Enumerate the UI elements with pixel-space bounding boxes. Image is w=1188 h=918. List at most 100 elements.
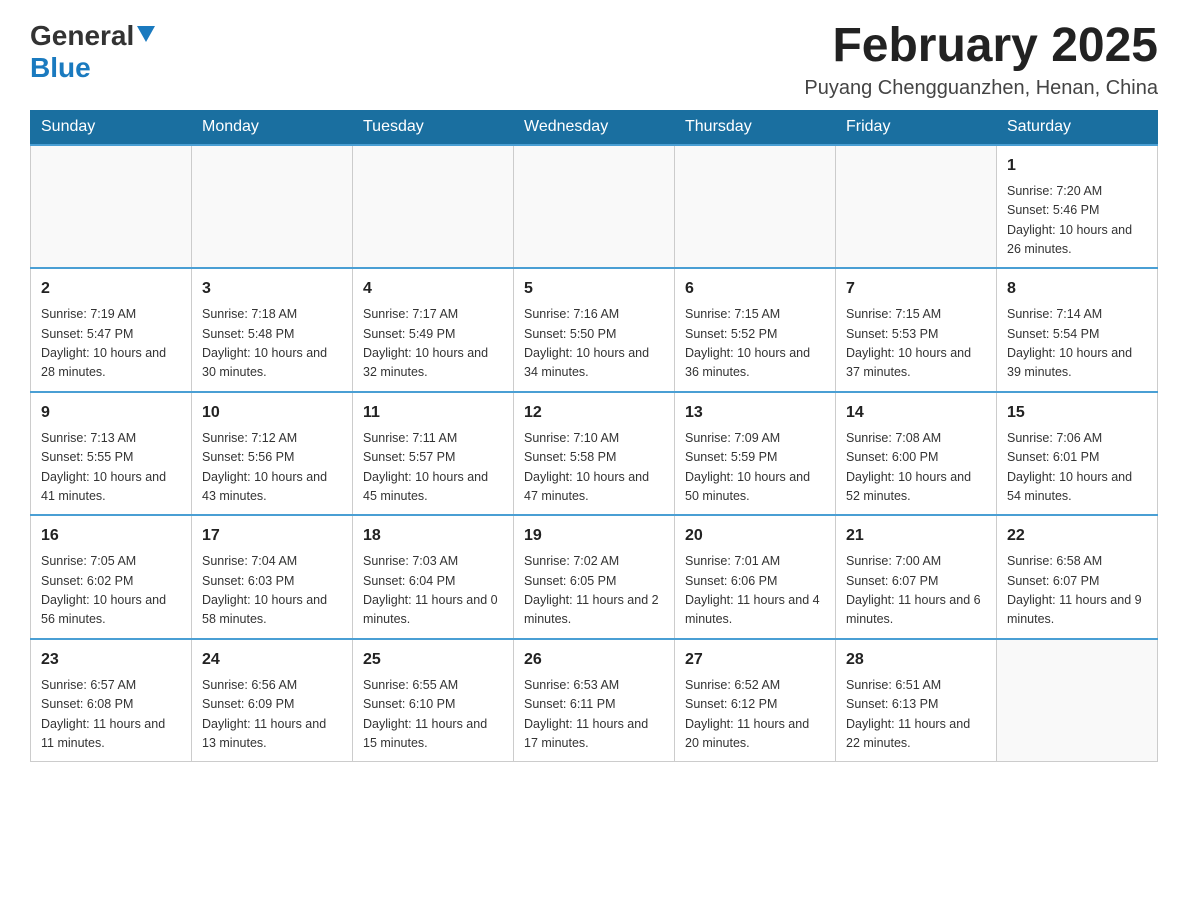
day-number: 20 [685, 524, 825, 548]
calendar-cell: 2 Sunrise: 7:19 AM Sunset: 5:47 PM Daylig… [31, 268, 192, 392]
header-friday: Friday [836, 110, 997, 145]
day-info: Sunrise: 6:55 AM Sunset: 6:10 PM Dayligh… [363, 676, 503, 754]
day-number: 23 [41, 648, 181, 672]
calendar-cell: 7 Sunrise: 7:15 AM Sunset: 5:53 PM Daylig… [836, 268, 997, 392]
calendar-cell [192, 145, 353, 269]
day-info: Sunrise: 7:18 AM Sunset: 5:48 PM Dayligh… [202, 305, 342, 383]
calendar-cell: 9Sunrise: 7:13 AM Sunset: 5:55 PM Daylig… [31, 392, 192, 516]
day-info: Sunrise: 7:05 AM Sunset: 6:02 PM Dayligh… [41, 552, 181, 630]
calendar-cell: 4 Sunrise: 7:17 AM Sunset: 5:49 PM Daylig… [353, 268, 514, 392]
header-thursday: Thursday [675, 110, 836, 145]
calendar-cell: 19 Sunrise: 7:02 AM Sunset: 6:05 PM Dayli… [514, 515, 675, 639]
calendar-cell: 27Sunrise: 6:52 AM Sunset: 6:12 PM Dayli… [675, 639, 836, 762]
day-number: 12 [524, 401, 664, 425]
day-number: 16 [41, 524, 181, 548]
day-number: 8 [1007, 277, 1147, 301]
day-number: 21 [846, 524, 986, 548]
calendar-cell [836, 145, 997, 269]
calendar-cell: 28 Sunrise: 6:51 AM Sunset: 6:13 PM Dayli… [836, 639, 997, 762]
day-number: 6 [685, 277, 825, 301]
day-info: Sunrise: 7:00 AM Sunset: 6:07 PM Dayligh… [846, 552, 986, 630]
day-info: Sunrise: 6:58 AM Sunset: 6:07 PM Dayligh… [1007, 552, 1147, 630]
calendar-cell: 14Sunrise: 7:08 AM Sunset: 6:00 PM Dayli… [836, 392, 997, 516]
calendar-cell: 15 Sunrise: 7:06 AM Sunset: 6:01 PM Dayli… [997, 392, 1158, 516]
logo-arrow-icon [137, 26, 155, 47]
subtitle: Puyang Chengguanzhen, Henan, China [804, 77, 1158, 100]
calendar-cell: 13 Sunrise: 7:09 AM Sunset: 5:59 PM Dayli… [675, 392, 836, 516]
calendar-cell: 11Sunrise: 7:11 AM Sunset: 5:57 PM Dayli… [353, 392, 514, 516]
calendar-cell: 12 Sunrise: 7:10 AM Sunset: 5:58 PM Dayli… [514, 392, 675, 516]
day-info: Sunrise: 7:15 AM Sunset: 5:52 PM Dayligh… [685, 305, 825, 383]
page-header: General Blue February 2025 Puyang Chengg… [30, 20, 1158, 100]
day-number: 5 [524, 277, 664, 301]
calendar-cell [514, 145, 675, 269]
day-number: 26 [524, 648, 664, 672]
calendar-cell [31, 145, 192, 269]
day-info: Sunrise: 7:02 AM Sunset: 6:05 PM Dayligh… [524, 552, 664, 630]
calendar-week-row: 23 Sunrise: 6:57 AM Sunset: 6:08 PM Dayli… [31, 639, 1158, 762]
day-info: Sunrise: 7:13 AM Sunset: 5:55 PM Dayligh… [41, 429, 181, 507]
calendar-cell: 26Sunrise: 6:53 AM Sunset: 6:11 PM Dayli… [514, 639, 675, 762]
main-title: February 2025 [804, 20, 1158, 73]
day-number: 19 [524, 524, 664, 548]
calendar-cell: 20 Sunrise: 7:01 AM Sunset: 6:06 PM Dayli… [675, 515, 836, 639]
logo: General Blue [30, 20, 155, 84]
logo-general-text: General [30, 20, 134, 52]
day-number: 13 [685, 401, 825, 425]
day-info: Sunrise: 7:08 AM Sunset: 6:00 PM Dayligh… [846, 429, 986, 507]
calendar-cell: 23 Sunrise: 6:57 AM Sunset: 6:08 PM Dayli… [31, 639, 192, 762]
day-number: 17 [202, 524, 342, 548]
day-info: Sunrise: 7:06 AM Sunset: 6:01 PM Dayligh… [1007, 429, 1147, 507]
day-info: Sunrise: 7:16 AM Sunset: 5:50 PM Dayligh… [524, 305, 664, 383]
day-info: Sunrise: 7:10 AM Sunset: 5:58 PM Dayligh… [524, 429, 664, 507]
calendar-cell: 10Sunrise: 7:12 AM Sunset: 5:56 PM Dayli… [192, 392, 353, 516]
calendar-cell: 6 Sunrise: 7:15 AM Sunset: 5:52 PM Daylig… [675, 268, 836, 392]
day-number: 7 [846, 277, 986, 301]
calendar-week-row: 2 Sunrise: 7:19 AM Sunset: 5:47 PM Daylig… [31, 268, 1158, 392]
calendar-cell: 5 Sunrise: 7:16 AM Sunset: 5:50 PM Daylig… [514, 268, 675, 392]
day-info: Sunrise: 6:57 AM Sunset: 6:08 PM Dayligh… [41, 676, 181, 754]
calendar-week-row: 9Sunrise: 7:13 AM Sunset: 5:55 PM Daylig… [31, 392, 1158, 516]
day-number: 3 [202, 277, 342, 301]
day-number: 15 [1007, 401, 1147, 425]
calendar-cell: 17 Sunrise: 7:04 AM Sunset: 6:03 PM Dayli… [192, 515, 353, 639]
day-info: Sunrise: 7:19 AM Sunset: 5:47 PM Dayligh… [41, 305, 181, 383]
header-tuesday: Tuesday [353, 110, 514, 145]
day-number: 1 [1007, 154, 1147, 178]
header-wednesday: Wednesday [514, 110, 675, 145]
title-section: February 2025 Puyang Chengguanzhen, Hena… [804, 20, 1158, 100]
header-sunday: Sunday [31, 110, 192, 145]
calendar-cell: 22 Sunrise: 6:58 AM Sunset: 6:07 PM Dayli… [997, 515, 1158, 639]
day-info: Sunrise: 7:14 AM Sunset: 5:54 PM Dayligh… [1007, 305, 1147, 383]
calendar-cell [997, 639, 1158, 762]
day-info: Sunrise: 7:20 AM Sunset: 5:46 PM Dayligh… [1007, 182, 1147, 260]
day-info: Sunrise: 7:01 AM Sunset: 6:06 PM Dayligh… [685, 552, 825, 630]
calendar-week-row: 16 Sunrise: 7:05 AM Sunset: 6:02 PM Dayli… [31, 515, 1158, 639]
day-info: Sunrise: 7:12 AM Sunset: 5:56 PM Dayligh… [202, 429, 342, 507]
calendar-cell: 24Sunrise: 6:56 AM Sunset: 6:09 PM Dayli… [192, 639, 353, 762]
day-info: Sunrise: 7:04 AM Sunset: 6:03 PM Dayligh… [202, 552, 342, 630]
day-number: 28 [846, 648, 986, 672]
calendar-cell [353, 145, 514, 269]
calendar-week-row: 1 Sunrise: 7:20 AM Sunset: 5:46 PM Daylig… [31, 145, 1158, 269]
day-number: 2 [41, 277, 181, 301]
day-info: Sunrise: 6:52 AM Sunset: 6:12 PM Dayligh… [685, 676, 825, 754]
header-saturday: Saturday [997, 110, 1158, 145]
day-number: 25 [363, 648, 503, 672]
logo-blue-text: Blue [30, 52, 91, 83]
header-monday: Monday [192, 110, 353, 145]
day-number: 4 [363, 277, 503, 301]
day-info: Sunrise: 6:56 AM Sunset: 6:09 PM Dayligh… [202, 676, 342, 754]
day-info: Sunrise: 6:51 AM Sunset: 6:13 PM Dayligh… [846, 676, 986, 754]
day-info: Sunrise: 7:17 AM Sunset: 5:49 PM Dayligh… [363, 305, 503, 383]
calendar-cell: 3 Sunrise: 7:18 AM Sunset: 5:48 PM Daylig… [192, 268, 353, 392]
day-info: Sunrise: 7:15 AM Sunset: 5:53 PM Dayligh… [846, 305, 986, 383]
day-info: Sunrise: 7:03 AM Sunset: 6:04 PM Dayligh… [363, 552, 503, 630]
day-number: 18 [363, 524, 503, 548]
calendar-header-row: Sunday Monday Tuesday Wednesday Thursday… [31, 110, 1158, 145]
calendar-cell: 18 Sunrise: 7:03 AM Sunset: 6:04 PM Dayli… [353, 515, 514, 639]
day-number: 22 [1007, 524, 1147, 548]
calendar-cell: 16 Sunrise: 7:05 AM Sunset: 6:02 PM Dayli… [31, 515, 192, 639]
day-info: Sunrise: 7:09 AM Sunset: 5:59 PM Dayligh… [685, 429, 825, 507]
calendar-table: Sunday Monday Tuesday Wednesday Thursday… [30, 110, 1158, 763]
